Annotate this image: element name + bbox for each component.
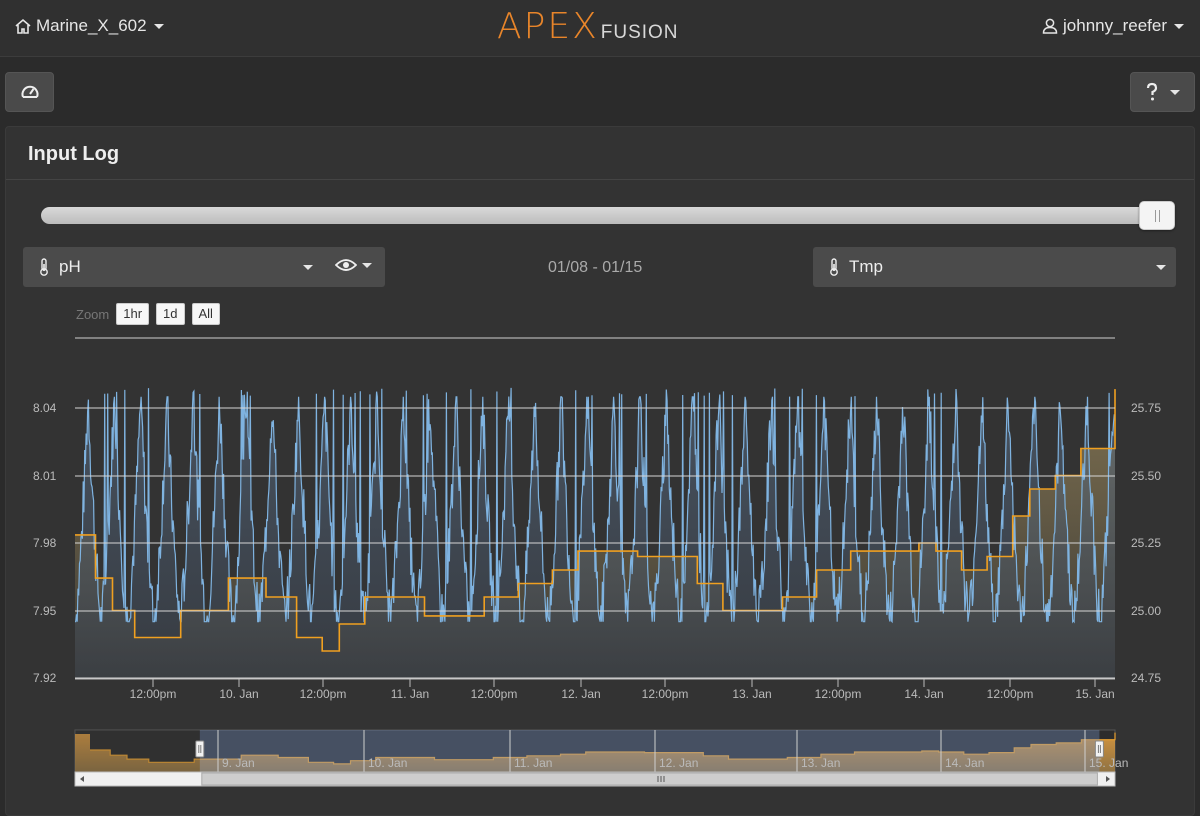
zoom-all-button[interactable]: All — [191, 303, 220, 325]
thermometer-icon — [830, 258, 838, 276]
left-probe-label: pH — [59, 257, 81, 276]
date-range-label: 01/08 - 01/15 — [548, 259, 643, 276]
chevron-down-icon — [362, 262, 372, 268]
user-menu[interactable]: johnny_reefer — [1041, 16, 1184, 36]
home-icon — [15, 18, 31, 34]
gauge-icon — [21, 85, 38, 98]
chevron-down-icon — [303, 265, 313, 270]
user-icon — [1042, 18, 1058, 34]
top-navbar: Marine_X_602 APEX FUSION johnny_reefer — [0, 0, 1200, 57]
brand-fusion: FUSION — [600, 22, 679, 43]
controller-selector[interactable]: Marine_X_602 — [14, 16, 164, 36]
chevron-down-icon — [1174, 23, 1184, 29]
dashboard-button[interactable] — [5, 72, 54, 112]
date-slider-handle[interactable] — [1139, 201, 1175, 230]
visibility-toggle[interactable] — [335, 258, 372, 272]
right-probe-select[interactable]: Tmp — [813, 247, 1176, 287]
help-button[interactable] — [1130, 72, 1195, 112]
chevron-down-icon — [153, 23, 164, 29]
zoom-1hr-button[interactable]: 1hr — [116, 303, 150, 325]
zoom-label: Zoom — [76, 306, 110, 322]
right-probe-label: Tmp — [849, 257, 883, 276]
zoom-controls: Zoom 1hr 1d All — [76, 303, 220, 325]
user-name: johnny_reefer — [1063, 16, 1167, 35]
panel-title: Input Log — [6, 127, 1194, 180]
left-probe-select[interactable]: pH — [23, 247, 385, 287]
chevron-down-icon — [1156, 265, 1166, 270]
apex-fusion-logo: APEX FUSION — [497, 6, 679, 47]
brand-apex: APEX — [497, 6, 599, 47]
controller-name: Marine_X_602 — [36, 16, 147, 35]
zoom-1d-button[interactable]: 1d — [156, 303, 185, 325]
date-slider-track[interactable] — [41, 207, 1151, 224]
thermometer-icon — [40, 258, 48, 276]
input-log-panel: Input Log pH 01/08 - 01/15 Tmp Zoom 1hr … — [5, 126, 1195, 816]
eye-icon — [335, 259, 357, 271]
question-icon — [1146, 82, 1158, 101]
chevron-down-icon — [1170, 89, 1180, 95]
